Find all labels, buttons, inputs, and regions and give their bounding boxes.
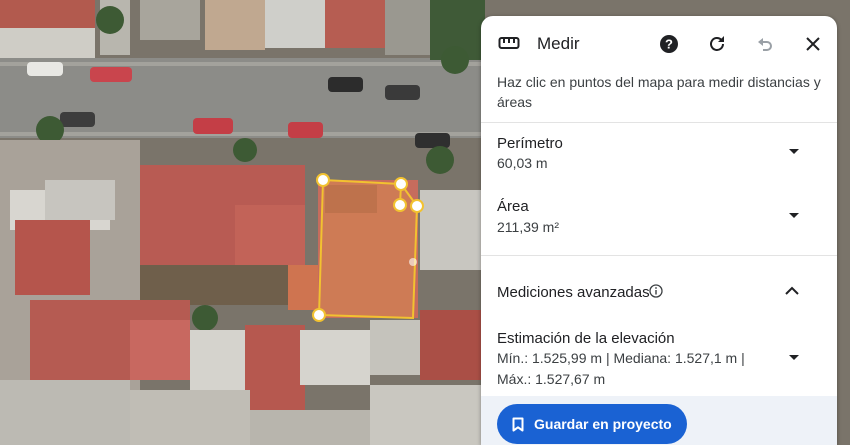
advanced-measurements-label[interactable]: Mediciones avanzadas	[497, 284, 650, 301]
close-icon[interactable]	[800, 31, 826, 57]
measure-midpoint[interactable]	[409, 258, 417, 266]
divider	[481, 255, 837, 256]
measure-point[interactable]	[394, 177, 408, 191]
svg-text:?: ?	[665, 37, 673, 52]
bookmark-icon	[512, 417, 524, 432]
measure-point[interactable]	[410, 199, 424, 213]
perimeter-label: Perímetro	[497, 135, 563, 152]
panel-footer: Guardar en proyecto	[481, 396, 837, 445]
elevation-value: Mín.: 1.525,99 m | Mediana: 1.527,1 m | …	[497, 350, 745, 387]
undo-icon[interactable]	[752, 31, 778, 57]
caret-down-icon[interactable]	[789, 213, 799, 218]
elevation-label: Estimación de la elevación	[497, 330, 675, 347]
measure-point[interactable]	[316, 173, 330, 187]
area-label: Área	[497, 198, 529, 215]
refresh-icon[interactable]	[704, 31, 730, 57]
help-icon[interactable]: ?	[656, 31, 682, 57]
ruler-icon	[498, 35, 520, 56]
caret-down-icon[interactable]	[789, 355, 799, 360]
area-value: 211,39 m²	[497, 219, 559, 235]
perimeter-value: 60,03 m	[497, 155, 548, 171]
measure-point[interactable]	[312, 308, 326, 322]
measure-point[interactable]	[393, 198, 407, 212]
perimeter-row[interactable]: Perímetro 60,03 m	[481, 122, 837, 185]
measure-panel: Medir ? Haz clic en puntos del mapa para…	[481, 16, 837, 445]
save-to-project-button[interactable]: Guardar en proyecto	[497, 404, 687, 444]
caret-down-icon[interactable]	[789, 149, 799, 154]
panel-header: Medir ?	[481, 16, 837, 72]
instruction-text: Haz clic en puntos del mapa para medir d…	[497, 74, 821, 110]
info-icon[interactable]	[649, 284, 663, 303]
panel-title: Medir	[537, 34, 580, 53]
chevron-up-icon[interactable]	[784, 284, 800, 303]
area-row[interactable]: Área 211,39 m²	[481, 185, 837, 250]
save-button-label: Guardar en proyecto	[534, 416, 672, 432]
